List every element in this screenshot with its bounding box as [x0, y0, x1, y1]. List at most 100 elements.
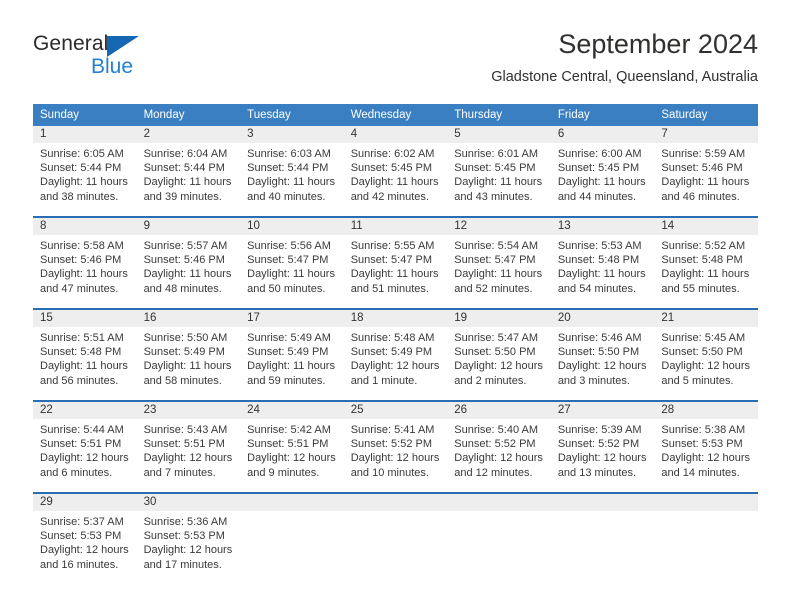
calendar-day-cell[interactable]: 15 Sunrise: 5:51 AM Sunset: 5:48 PM Dayligh…	[33, 308, 137, 401]
day-cell-content: 8 Sunrise: 5:58 AM Sunset: 5:46 PM Daylight…	[33, 218, 137, 308]
day-details: Sunrise: 5:47 AM Sunset: 5:50 PM Daylight:…	[447, 327, 551, 388]
day-number	[654, 494, 758, 511]
calendar-day-cell[interactable]: 18 Sunrise: 5:48 AM Sunset: 5:49 PM Dayligh…	[343, 308, 448, 401]
calendar-day-cell[interactable]: 26 Sunrise: 5:40 AM Sunset: 5:52 PM Dayligh…	[447, 400, 551, 493]
day-sunset-text: Sunset: 5:48 PM	[40, 346, 122, 359]
calendar-day-cell[interactable]: 11 Sunrise: 5:55 AM Sunset: 5:47 PM Dayligh…	[343, 216, 448, 309]
day-details: Sunrise: 5:39 AM Sunset: 5:52 PM Daylight:…	[551, 419, 655, 480]
calendar-day-cell[interactable]: 20 Sunrise: 5:46 AM Sunset: 5:50 PM Dayligh…	[550, 308, 655, 401]
day-sunrise-text: Sunrise: 5:40 AM	[454, 424, 539, 436]
weekday-header-wednesday: Wednesday	[343, 104, 448, 126]
day-number: 20	[550, 310, 655, 327]
day-daylight-text: Daylight: 11 hours and 50 minutes.	[247, 268, 335, 295]
calendar-day-cell[interactable]: 14 Sunrise: 5:52 AM Sunset: 5:48 PM Dayligh…	[654, 216, 758, 309]
day-daylight-text: Daylight: 11 hours and 43 minutes.	[454, 176, 543, 203]
day-cell-content: 19 Sunrise: 5:47 AM Sunset: 5:50 PM Dayligh…	[447, 310, 551, 400]
calendar-day-cell[interactable]: 5 Sunrise: 6:01 AM Sunset: 5:45 PM Daylight…	[447, 126, 551, 217]
day-details: Sunrise: 6:03 AM Sunset: 5:44 PM Daylight:…	[240, 143, 344, 204]
day-sunrise-text: Sunrise: 5:45 AM	[661, 332, 746, 344]
day-number: 21	[654, 310, 758, 327]
calendar-day-cell[interactable]: 16 Sunrise: 5:50 AM Sunset: 5:49 PM Dayligh…	[136, 308, 241, 401]
calendar-day-cell[interactable]: 21 Sunrise: 5:45 AM Sunset: 5:50 PM Dayligh…	[654, 308, 758, 401]
day-sunrise-text: Sunrise: 5:39 AM	[557, 424, 642, 436]
day-details: Sunrise: 5:36 AM Sunset: 5:53 PM Daylight:…	[137, 511, 241, 572]
calendar-day-cell[interactable]: 19 Sunrise: 5:47 AM Sunset: 5:50 PM Dayligh…	[447, 308, 551, 401]
day-daylight-text: Daylight: 11 hours and 39 minutes.	[143, 176, 232, 203]
day-cell-content: 22 Sunrise: 5:44 AM Sunset: 5:51 PM Dayligh…	[33, 402, 137, 492]
day-daylight-text: Daylight: 12 hours and 14 minutes.	[661, 452, 751, 479]
day-sunrise-text: Sunrise: 6:00 AM	[557, 148, 642, 160]
day-sunrise-text: Sunrise: 5:44 AM	[40, 424, 124, 436]
day-sunset-text: Sunset: 5:53 PM	[40, 530, 122, 543]
day-daylight-text: Daylight: 11 hours and 48 minutes.	[143, 268, 232, 295]
calendar-day-cell[interactable]: 13 Sunrise: 5:53 AM Sunset: 5:48 PM Dayligh…	[550, 216, 655, 309]
day-sunset-text: Sunset: 5:44 PM	[143, 162, 225, 175]
logo-triangle-icon	[107, 36, 139, 57]
day-sunset-text: Sunset: 5:47 PM	[350, 254, 433, 267]
day-cell-content: 17 Sunrise: 5:49 AM Sunset: 5:49 PM Dayligh…	[240, 310, 344, 400]
day-cell-content: 27 Sunrise: 5:39 AM Sunset: 5:52 PM Dayligh…	[550, 402, 655, 492]
day-sunrise-text: Sunrise: 5:48 AM	[350, 332, 435, 344]
day-cell-content: 28 Sunrise: 5:38 AM Sunset: 5:53 PM Dayligh…	[654, 402, 758, 492]
day-sunrise-text: Sunrise: 6:03 AM	[247, 148, 331, 160]
day-details: Sunrise: 5:52 AM Sunset: 5:48 PM Daylight:…	[654, 235, 758, 296]
day-number: 16	[136, 310, 241, 327]
day-sunrise-text: Sunrise: 5:59 AM	[661, 148, 746, 160]
calendar-day-cell[interactable]: 25 Sunrise: 5:41 AM Sunset: 5:52 PM Dayligh…	[343, 400, 448, 493]
day-sunset-text: Sunset: 5:46 PM	[661, 162, 743, 175]
day-daylight-text: Daylight: 11 hours and 55 minutes.	[661, 268, 750, 295]
weekday-header-monday: Monday	[136, 104, 241, 126]
day-cell-content: 14 Sunrise: 5:52 AM Sunset: 5:48 PM Dayligh…	[654, 218, 758, 308]
day-details: Sunrise: 5:37 AM Sunset: 5:53 PM Daylight:…	[33, 511, 137, 572]
day-sunset-text: Sunset: 5:53 PM	[661, 438, 743, 451]
calendar-day-cell[interactable]: 12 Sunrise: 5:54 AM Sunset: 5:47 PM Dayligh…	[447, 216, 551, 309]
day-number: 12	[447, 218, 551, 235]
day-sunset-text: Sunset: 5:47 PM	[454, 254, 536, 267]
day-daylight-text: Daylight: 11 hours and 42 minutes.	[350, 176, 439, 203]
day-sunrise-text: Sunrise: 5:55 AM	[350, 240, 435, 252]
calendar-day-cell[interactable]: 27 Sunrise: 5:39 AM Sunset: 5:52 PM Dayligh…	[550, 400, 655, 493]
calendar-day-cell-empty	[550, 492, 655, 584]
day-details: Sunrise: 5:51 AM Sunset: 5:48 PM Daylight:…	[33, 327, 137, 388]
calendar-day-cell[interactable]: 7 Sunrise: 5:59 AM Sunset: 5:46 PM Daylight…	[654, 126, 758, 217]
day-daylight-text: Daylight: 12 hours and 2 minutes.	[454, 360, 543, 387]
day-daylight-text: Daylight: 12 hours and 9 minutes.	[247, 452, 336, 479]
day-daylight-text: Daylight: 12 hours and 7 minutes.	[143, 452, 233, 479]
day-details: Sunrise: 5:57 AM Sunset: 5:46 PM Daylight:…	[137, 235, 241, 296]
day-sunset-text: Sunset: 5:49 PM	[247, 346, 329, 359]
calendar-day-cell[interactable]: 24 Sunrise: 5:42 AM Sunset: 5:51 PM Dayligh…	[240, 400, 344, 493]
day-daylight-text: Daylight: 11 hours and 52 minutes.	[454, 268, 543, 295]
calendar-day-cell[interactable]: 3 Sunrise: 6:03 AM Sunset: 5:44 PM Daylight…	[240, 126, 344, 217]
calendar-day-cell[interactable]: 4 Sunrise: 6:02 AM Sunset: 5:45 PM Daylight…	[343, 126, 448, 217]
calendar-day-cell[interactable]: 6 Sunrise: 6:00 AM Sunset: 5:45 PM Daylight…	[550, 126, 655, 217]
calendar-day-cell[interactable]: 29 Sunrise: 5:37 AM Sunset: 5:53 PM Dayligh…	[33, 492, 137, 584]
day-sunset-text: Sunset: 5:47 PM	[247, 254, 329, 267]
day-daylight-text: Daylight: 12 hours and 5 minutes.	[661, 360, 751, 387]
calendar-day-cell[interactable]: 8 Sunrise: 5:58 AM Sunset: 5:46 PM Daylight…	[33, 216, 137, 309]
calendar-day-cell[interactable]: 2 Sunrise: 6:04 AM Sunset: 5:44 PM Daylight…	[136, 126, 241, 217]
day-sunset-text: Sunset: 5:45 PM	[454, 162, 536, 175]
day-details: Sunrise: 5:59 AM Sunset: 5:46 PM Daylight:…	[654, 143, 758, 204]
day-sunrise-text: Sunrise: 6:04 AM	[143, 148, 228, 160]
day-sunrise-text: Sunrise: 5:46 AM	[557, 332, 642, 344]
calendar-day-cell[interactable]: 10 Sunrise: 5:56 AM Sunset: 5:47 PM Dayligh…	[240, 216, 344, 309]
calendar-day-cell[interactable]: 28 Sunrise: 5:38 AM Sunset: 5:53 PM Dayligh…	[654, 400, 758, 493]
calendar-day-cell[interactable]: 1 Sunrise: 6:05 AM Sunset: 5:44 PM Daylight…	[33, 126, 137, 217]
calendar-week-row: 15 Sunrise: 5:51 AM Sunset: 5:48 PM Dayligh…	[33, 308, 758, 401]
day-details: Sunrise: 5:58 AM Sunset: 5:46 PM Daylight:…	[33, 235, 137, 296]
calendar-day-cell[interactable]: 17 Sunrise: 5:49 AM Sunset: 5:49 PM Dayligh…	[240, 308, 344, 401]
day-details: Sunrise: 5:40 AM Sunset: 5:52 PM Daylight:…	[447, 419, 551, 480]
day-sunset-text: Sunset: 5:48 PM	[661, 254, 743, 267]
calendar-day-cell[interactable]: 23 Sunrise: 5:43 AM Sunset: 5:51 PM Dayligh…	[136, 400, 241, 493]
day-sunrise-text: Sunrise: 5:41 AM	[350, 424, 435, 436]
calendar-day-cell[interactable]: 22 Sunrise: 5:44 AM Sunset: 5:51 PM Dayligh…	[33, 400, 137, 493]
day-cell-content	[240, 494, 344, 584]
day-sunrise-text: Sunrise: 6:01 AM	[454, 148, 539, 160]
day-sunset-text: Sunset: 5:53 PM	[143, 530, 225, 543]
calendar-day-cell[interactable]: 9 Sunrise: 5:57 AM Sunset: 5:46 PM Daylight…	[136, 216, 241, 309]
day-details: Sunrise: 5:42 AM Sunset: 5:51 PM Daylight:…	[240, 419, 344, 480]
calendar-day-cell[interactable]: 30 Sunrise: 5:36 AM Sunset: 5:53 PM Dayligh…	[136, 492, 241, 584]
day-cell-content: 24 Sunrise: 5:42 AM Sunset: 5:51 PM Dayligh…	[240, 402, 344, 492]
day-sunrise-text: Sunrise: 5:56 AM	[247, 240, 331, 252]
logo-general-blue[interactable]: General Blue	[33, 32, 243, 84]
